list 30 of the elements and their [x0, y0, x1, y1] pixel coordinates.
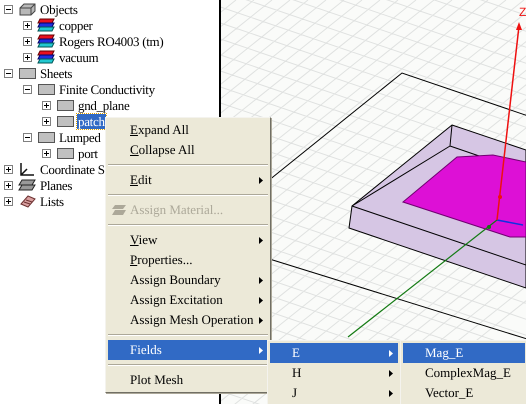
menu-item[interactable]: ComplexMag_E [403, 363, 525, 383]
tree-item[interactable]: port [77, 146, 99, 160]
menu-item[interactable]: Collapse All [108, 140, 268, 160]
menu-item[interactable]: Vector_E [403, 383, 525, 403]
tree-item[interactable]: Objects [39, 2, 79, 16]
tree-item[interactable]: Finite Conductivity [58, 82, 156, 96]
menu-item[interactable]: View [108, 230, 268, 250]
tree-item[interactable]: Sheets [39, 66, 74, 80]
menu-item[interactable]: E [270, 343, 398, 363]
tree-item[interactable]: Rogers RO4003 (tm) [58, 34, 164, 48]
menu-item[interactable]: Assign Mesh Operation [108, 310, 268, 330]
tree-item[interactable]: Planes [39, 178, 74, 192]
menu-item[interactable]: Mag_E [403, 343, 525, 363]
menu-item[interactable]: Plot Mesh [108, 370, 268, 390]
tree-item[interactable]: patch [77, 114, 106, 128]
tree-item[interactable]: vacuum [58, 50, 100, 64]
axis-label: Z [519, 5, 526, 19]
tree-item[interactable]: gnd_plane [77, 98, 130, 112]
menu-item[interactable]: Expand All [108, 120, 268, 140]
menu-item[interactable]: Fields [108, 340, 268, 360]
menu-item[interactable]: Assign Boundary [108, 270, 268, 290]
menu-item[interactable]: H [270, 363, 398, 383]
tree-item[interactable]: Lists [39, 194, 65, 208]
tree-item[interactable]: copper [58, 18, 94, 32]
menu-item[interactable]: Properties... [108, 250, 268, 270]
tree-item[interactable]: Lumped [58, 130, 102, 144]
tree-item[interactable]: Coordinate S [39, 162, 106, 176]
menu-item[interactable]: J [270, 383, 398, 403]
menu-item[interactable]: Assign Excitation [108, 290, 268, 310]
menu-item[interactable]: Edit [108, 170, 268, 190]
